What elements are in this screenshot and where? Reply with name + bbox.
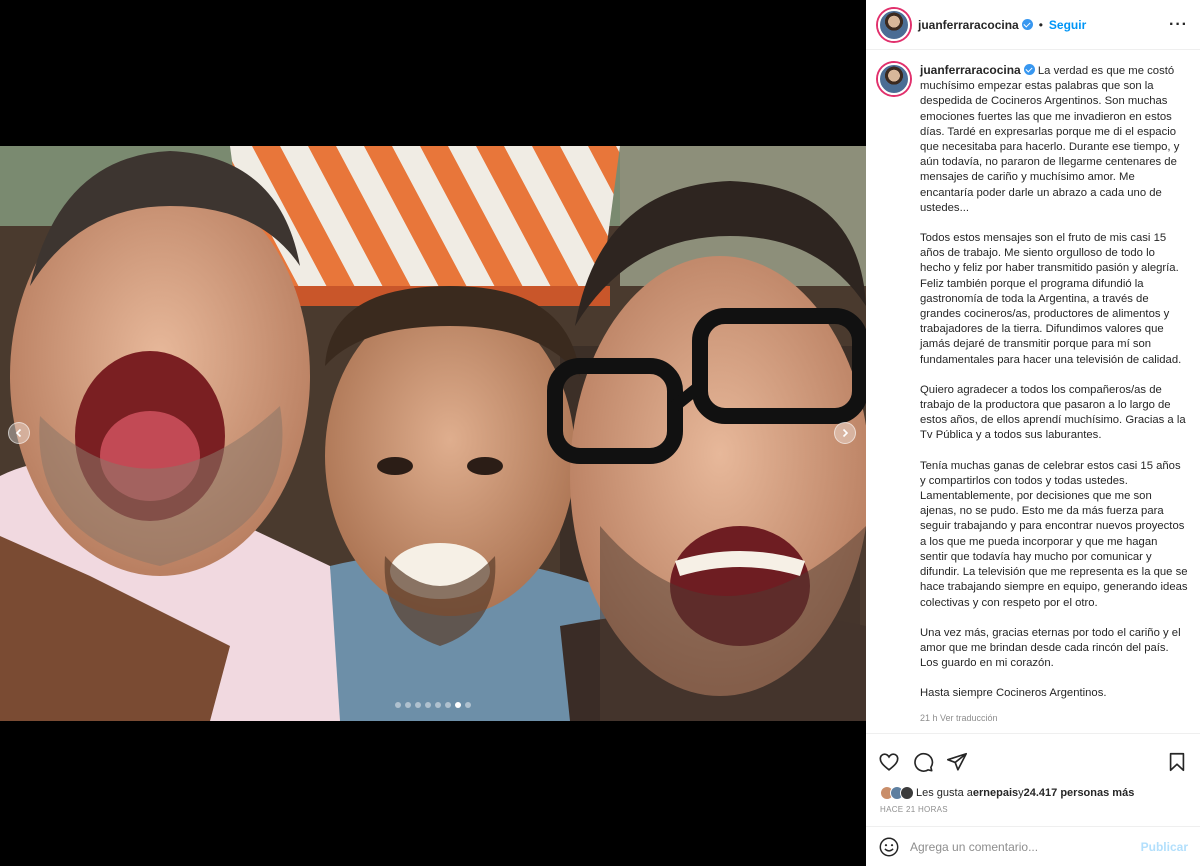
carousel-dot [395,702,401,708]
liker-username-link[interactable]: ernepais [973,787,1018,799]
verified-badge-icon [1021,19,1033,30]
caption-meta[interactable]: 21 h Ver traducción [920,711,1188,726]
carousel-dot [425,702,431,708]
follow-button[interactable]: Seguir [1049,18,1086,32]
username-link[interactable]: juanferraracocina [918,18,1019,32]
liker-avatars [880,786,914,800]
comment-icon [914,752,934,772]
liker-avatar [900,786,914,800]
more-options-button[interactable]: ··· [1169,16,1188,34]
caption-paragraph: Todos estos mensajes son el fruto de mis… [920,232,1182,366]
post-actions: Les gusta a ernepais y 24.417 personas m… [866,733,1200,866]
avatar[interactable] [878,8,910,41]
caption-paragraph: Hasta siempre Cocineros Argentinos. [920,687,1107,700]
publish-button[interactable]: Publicar [1141,840,1188,854]
save-button[interactable] [1166,751,1188,773]
carousel-dot [435,702,441,708]
carousel-dot [465,702,471,708]
caption-text: juanferraracocina La verdad es que me co… [920,63,1188,726]
bookmark-icon [1169,752,1185,772]
heart-icon [879,753,899,771]
caption-paragraph: Tenía muchas ganas de celebrar estos cas… [920,459,1188,609]
caption-username-link[interactable]: juanferraracocina [920,63,1021,77]
likes-count-link[interactable]: 24.417 personas más [1024,787,1135,799]
action-icons [866,734,1200,778]
chevron-left-icon [15,428,22,438]
carousel-dot [445,702,451,708]
media-area [0,0,866,866]
caption-avatar[interactable] [878,63,910,95]
comment-input[interactable]: Agrega un comentario... [910,840,1141,854]
emoji-button[interactable] [878,836,900,858]
carousel-prev-button[interactable] [8,422,30,444]
post-sidebar: juanferraracocina • Seguir ··· juanferra… [866,0,1200,866]
caption-paragraph-text: La verdad es que me costó muchísimo empe… [920,65,1180,214]
caption-scroll[interactable]: juanferraracocina La verdad es que me co… [866,51,1200,733]
caption-paragraph: Una vez más, gracias eternas por todo el… [920,626,1181,670]
caption-row: juanferraracocina La verdad es que me co… [878,63,1188,726]
photo-illustration [0,146,866,721]
likes-summary: Les gusta a ernepais y 24.417 personas m… [866,778,1200,800]
carousel-dot [415,702,421,708]
comment-button[interactable] [912,751,934,773]
emoji-icon [879,837,899,857]
like-button[interactable] [878,751,900,773]
carousel-next-button[interactable] [834,422,856,444]
chevron-right-icon [842,428,849,438]
carousel-dot [455,702,461,708]
post-photo[interactable] [0,146,866,721]
verified-badge-icon [1023,64,1035,75]
carousel-indicator [0,702,866,708]
share-button[interactable] [946,751,968,773]
post-timestamp: HACE 21 HORAS [880,805,948,814]
paper-plane-icon [947,752,967,771]
caption-paragraph: Quiero agradecer a todos los compañeros/… [920,383,1186,442]
caption-paragraph: juanferraracocina La verdad es que me co… [920,63,1188,216]
post-header: juanferraracocina • Seguir ··· [866,0,1200,50]
separator-dot: • [1038,17,1043,32]
carousel-dot [405,702,411,708]
likes-prefix: Les gusta a [916,787,973,799]
comment-box: Agrega un comentario... Publicar [866,826,1200,866]
